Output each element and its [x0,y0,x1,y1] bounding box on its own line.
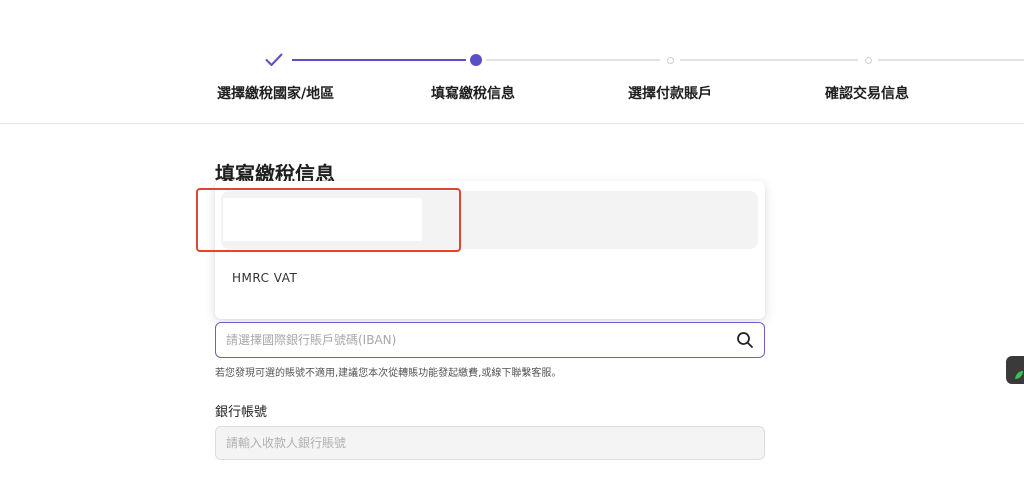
iban-search-input[interactable] [226,323,726,356]
step-pending-dot [658,48,682,72]
dropdown-option-hmrc-vat[interactable]: HMRC VAT [232,271,297,285]
stepper-connector-3 [680,59,858,61]
step-label-confirm: 確認交易信息 [825,86,909,102]
tax-payment-page: 選擇繳稅國家/地區 填寫繳稅信息 選擇付款賬戶 確認交易信息 填寫繳稅信息 HM… [0,0,1024,497]
stepper-connector-2 [486,59,660,61]
floating-side-widget[interactable] [1006,356,1024,384]
highlight-annotation-box [196,188,461,252]
leaf-icon [1014,365,1024,379]
step-label-payment-account: 選擇付款賬戶 [628,86,712,102]
step-label-tax-info: 填寫繳稅信息 [431,86,515,102]
stepper-connector-4 [878,59,1024,61]
bank-account-input[interactable] [226,427,746,459]
iban-search-field[interactable] [215,322,765,358]
search-icon[interactable] [736,331,754,349]
step-active-dot [464,48,488,72]
progress-stepper: 選擇繳稅國家/地區 填寫繳稅信息 選擇付款賬戶 確認交易信息 [0,0,1024,124]
step-pending-dot [856,48,880,72]
bank-account-field[interactable] [215,426,765,460]
bank-account-label: 銀行帳號 [215,405,268,420]
iban-hint-text: 若您發現可選的賬號不適用,建議您本次從轉賬功能發起繳費,或線下聯繫客服。 [215,368,562,379]
check-icon [262,48,286,72]
stepper-connector-1 [292,59,466,61]
step-label-country: 選擇繳稅國家/地區 [217,86,335,102]
